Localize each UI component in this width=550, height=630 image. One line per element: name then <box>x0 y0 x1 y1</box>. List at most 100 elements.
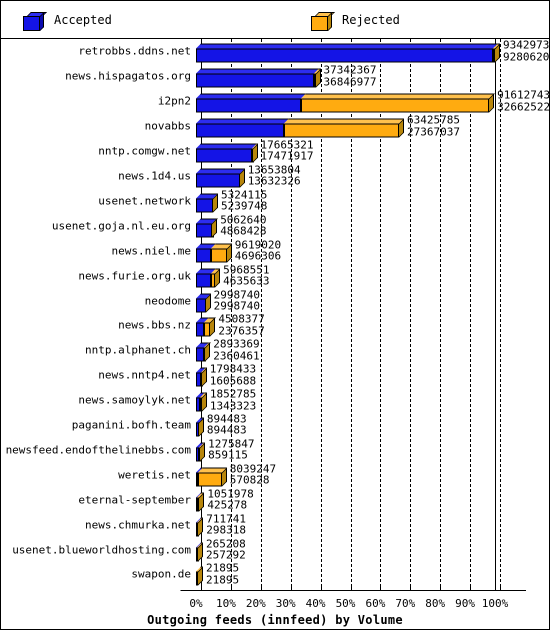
row-label: i2pn2 <box>157 94 191 108</box>
bar-accepted-value: 27367037 <box>406 125 460 139</box>
bar-accepted-value: 298318 <box>206 523 247 537</box>
row-label: swapon.de <box>131 567 191 581</box>
bar-segment-accepted <box>196 148 252 163</box>
bar-row: newsfeed.endofthelinebbs.com 1275847 85911… <box>1 438 549 463</box>
bar-accepted-value: 13632326 <box>247 174 301 188</box>
x-tick-label-100pct: 100% <box>481 597 509 610</box>
stacked-bar <box>196 342 211 362</box>
bar-segment-accepted <box>196 248 212 263</box>
bar-value-labels: 4508377 2376357 <box>218 314 264 337</box>
bar-segment-accepted <box>196 298 206 313</box>
x-tick-30pct <box>290 587 292 591</box>
bar-side-face <box>201 367 207 387</box>
bar-row: weretis.net 8039247 570828 <box>1 462 549 487</box>
bar-row: usenet.blueworldhosting.com 265208 257292 <box>1 537 549 562</box>
stacked-bar <box>196 168 245 188</box>
bar-row: neodome 2998740 2998740 <box>1 288 549 313</box>
bar-row: paganini.bofh.team 894483 894483 <box>1 413 549 438</box>
bar-segment-accepted <box>196 198 213 213</box>
stacked-bar <box>196 442 206 462</box>
bar-row: news.hispagatos.org 37342367 36846977 <box>1 64 549 89</box>
bar-value-labels: 37342367 36846977 <box>324 65 377 88</box>
bar-row: eternal-september 1051978 425278 <box>1 487 549 512</box>
bar-value-labels: 13653804 13632326 <box>247 164 301 188</box>
stacked-bar <box>196 417 204 437</box>
x-tick-100pct <box>500 587 501 591</box>
chart-page: Accepted Rejected retrobbs.ddns.net 93429… <box>0 0 550 630</box>
bar-segment-rejected <box>197 472 222 487</box>
row-label: nntp.comgw.net <box>98 144 191 158</box>
bar-accepted-value: 17471917 <box>260 150 314 164</box>
row-label: news.chmurka.net <box>85 518 191 532</box>
stacked-bar <box>196 367 207 387</box>
bar-side-face <box>199 492 205 512</box>
bar-segment-accepted <box>196 48 493 63</box>
bar-side-face <box>221 467 227 487</box>
bar-side-face <box>226 243 232 263</box>
x-tick-0pct <box>201 587 202 591</box>
chart-legend: Accepted Rejected <box>1 1 549 39</box>
bar-side-face <box>210 317 216 337</box>
bar-segment-accepted <box>196 98 301 113</box>
bar-side-face <box>495 43 500 63</box>
accepted-swatch-icon <box>23 12 47 31</box>
row-label: eternal-september <box>78 493 191 507</box>
bar-value-labels: 5968551 4635633 <box>223 264 269 287</box>
x-tick-60pct <box>380 587 382 591</box>
bar-segment-rejected <box>283 123 399 138</box>
bar-value-labels: 63425785 27367037 <box>406 114 460 139</box>
bar-row: novabbs 63425785 27367037 <box>1 114 549 139</box>
bar-accepted-value: 2998740 <box>213 299 260 313</box>
bar-row: nntp.comgw.net 17665321 17471917 <box>1 139 549 164</box>
stacked-bar <box>196 43 500 63</box>
stacked-bar <box>196 218 218 238</box>
bar-row: swapon.de 21895 21895 <box>1 562 549 587</box>
bar-side-face <box>205 342 211 362</box>
bar-side-face <box>252 143 258 163</box>
bar-segment-accepted <box>196 322 204 337</box>
x-tick-90pct <box>470 587 472 591</box>
bar-side-face <box>212 218 218 238</box>
bar-side-face <box>198 542 203 562</box>
bar-segment-accepted <box>196 73 314 88</box>
bar-value-labels: 8039247 570828 <box>230 463 276 486</box>
x-tick-80pct <box>440 587 442 591</box>
bar-value-labels: 5324115 5239748 <box>221 189 267 212</box>
bar-value-labels: 265208 257292 <box>206 538 246 561</box>
row-label: news.hispagatos.org <box>65 69 191 83</box>
bar-side-face <box>200 442 206 462</box>
bar-row: news.1d4.us 13653804 13632326 <box>1 164 549 189</box>
bar-accepted-value: 257292 <box>206 548 246 562</box>
row-label: usenet.blueworldhosting.com <box>12 543 191 557</box>
bar-side-face <box>215 268 221 288</box>
x-tick-label-70pct: 70% <box>395 597 416 610</box>
bar-value-labels: 1275847 859115 <box>208 438 254 461</box>
bar-accepted-value: 4635633 <box>223 274 270 288</box>
bar-side-face <box>198 517 204 537</box>
x-tick-label-10pct: 10% <box>215 597 236 610</box>
bar-value-labels: 91612743 32662522 <box>497 89 549 112</box>
x-axis: Outgoing feeds (innfeed) by Volume 0% 10%… <box>1 587 549 629</box>
stacked-bar <box>196 293 211 313</box>
legend-item-accepted: Accepted <box>23 1 112 39</box>
bar-row: news.furie.org.uk 5968551 4635633 <box>1 263 549 288</box>
row-label: news.niel.me <box>111 244 191 258</box>
bar-row: i2pn2 91612743 32662522 <box>1 89 549 114</box>
bar-accepted-value: 1343323 <box>209 399 257 413</box>
bar-value-labels: 17665321 17471917 <box>260 139 314 164</box>
bar-row: retrobbs.ddns.net 9342973092806201 <box>1 39 549 64</box>
bar-value-labels: 2893369 2360461 <box>213 339 259 362</box>
legend-item-rejected: Rejected <box>311 1 400 39</box>
bar-value-labels: 1798433 1605688 <box>210 363 256 386</box>
row-label: news.furie.org.uk <box>78 269 191 283</box>
bar-side-face <box>398 118 404 138</box>
stacked-bar <box>196 193 219 213</box>
bar-value-labels: 1852785 1343323 <box>209 388 257 413</box>
x-tick-label-90pct: 90% <box>455 597 476 610</box>
row-label: news.bbs.nz <box>118 318 191 332</box>
x-tick-label-60pct: 60% <box>365 597 386 610</box>
x-axis-line <box>196 590 526 591</box>
x-tick-label-20pct: 20% <box>245 597 266 610</box>
bar-side-face <box>213 193 219 213</box>
bar-segment-accepted <box>196 123 284 138</box>
